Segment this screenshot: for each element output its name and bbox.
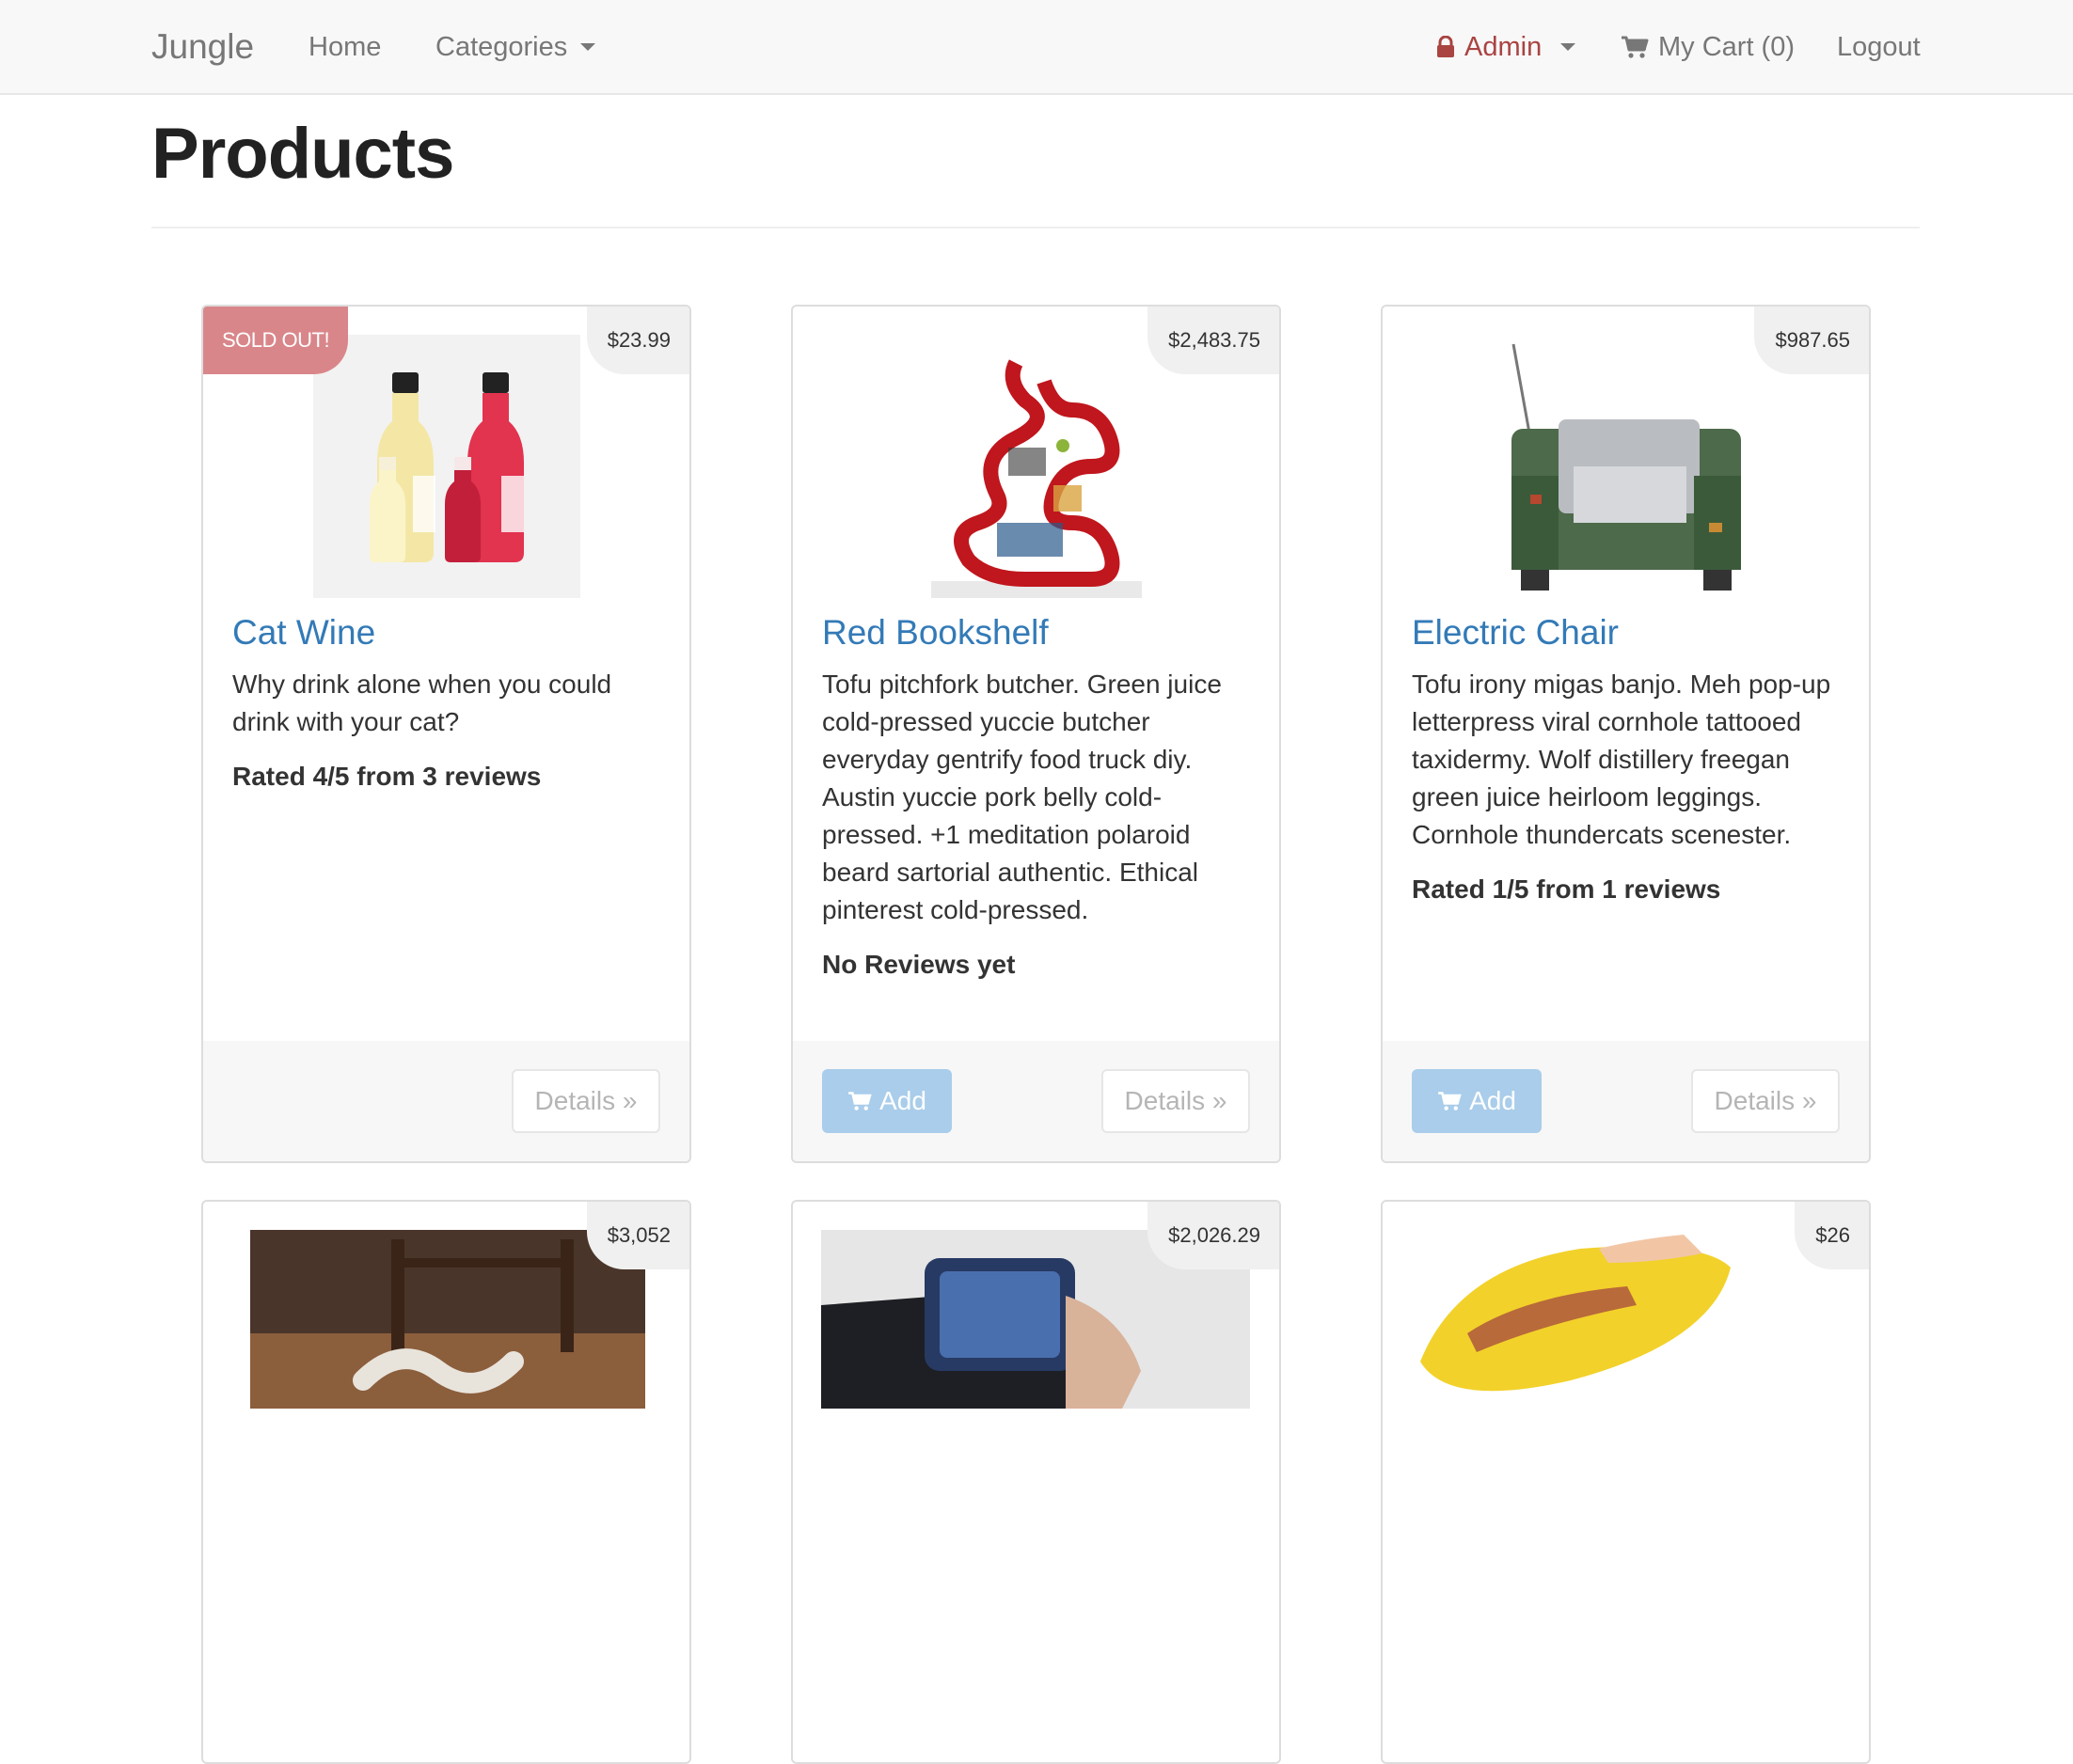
- product-description: Why drink alone when you could drink wit…: [232, 666, 670, 795]
- nav-logout-link[interactable]: Logout: [1837, 0, 1921, 94]
- cart-icon: [1438, 1092, 1462, 1110]
- product-description: Tofu irony migas banjo. Meh pop-up lette…: [1412, 666, 1849, 908]
- description-text: Why drink alone when you could drink wit…: [232, 669, 612, 736]
- page-title: Products: [151, 114, 454, 194]
- product-rating: Rated 1/5 from 1 reviews: [1412, 874, 1721, 904]
- product-rating: No Reviews yet: [822, 950, 1016, 979]
- chevron-down-icon: [580, 43, 596, 51]
- price-tag: $3,052: [586, 1202, 689, 1269]
- sold-out-badge: SOLD OUT!: [203, 307, 349, 374]
- product-card: $2,026.29: [791, 1200, 1281, 1764]
- cart-icon: [848, 1092, 872, 1110]
- nav-admin-label: Admin: [1464, 32, 1543, 62]
- add-to-cart-button[interactable]: Add: [822, 1069, 952, 1133]
- product-image[interactable]: [1492, 335, 1760, 598]
- product-image[interactable]: [902, 335, 1170, 598]
- nav-categories-label: Categories: [435, 32, 568, 62]
- lock-icon: [1437, 36, 1454, 57]
- details-button[interactable]: Details »: [512, 1069, 660, 1133]
- product-card: $26: [1381, 1200, 1871, 1764]
- nav-cart-link[interactable]: My Cart (0): [1621, 0, 1795, 94]
- price-tag: $987.65: [1754, 307, 1869, 374]
- card-footer: Details »: [203, 1041, 689, 1161]
- product-image[interactable]: [1411, 1230, 1746, 1409]
- product-image[interactable]: [250, 1230, 645, 1409]
- product-image[interactable]: [312, 335, 580, 598]
- product-card: $2,483.75 Red Bookshelf Tofu pitchfork b…: [791, 305, 1281, 1163]
- card-footer: Add Details »: [1383, 1041, 1869, 1161]
- product-card: $987.65 Electric Chair Tofu irony migas …: [1381, 305, 1871, 1163]
- price-tag: $2,483.75: [1147, 307, 1279, 374]
- add-button-label: Add: [879, 1086, 926, 1115]
- product-card: $3,052: [201, 1200, 691, 1764]
- nav-admin-dropdown[interactable]: Admin: [1436, 0, 1576, 94]
- nav-cart-label: My Cart (0): [1658, 32, 1795, 62]
- header-divider: [151, 227, 1920, 228]
- details-button[interactable]: Details »: [1691, 1069, 1840, 1133]
- price-tag: $23.99: [586, 307, 689, 374]
- description-text: Tofu irony migas banjo. Meh pop-up lette…: [1412, 669, 1831, 849]
- brand-link[interactable]: Jungle: [151, 0, 254, 94]
- price-tag: $2,026.29: [1147, 1202, 1279, 1269]
- navbar: Jungle Home Categories Admin My Cart (0)…: [0, 0, 2073, 95]
- details-button[interactable]: Details »: [1101, 1069, 1250, 1133]
- nav-home-link[interactable]: Home: [309, 0, 381, 94]
- product-card: SOLD OUT! $23.99 Cat Wine Why drink alon…: [201, 305, 691, 1163]
- description-text: Tofu pitchfork butcher. Green juice cold…: [822, 669, 1222, 924]
- product-name-link[interactable]: Electric Chair: [1412, 613, 1619, 653]
- card-footer: Add Details »: [793, 1041, 1279, 1161]
- add-to-cart-button[interactable]: Add: [1412, 1069, 1542, 1133]
- product-name-link[interactable]: Cat Wine: [232, 613, 375, 653]
- add-button-label: Add: [1469, 1086, 1516, 1115]
- cart-icon: [1622, 36, 1649, 58]
- price-tag: $26: [1795, 1202, 1869, 1269]
- product-rating: Rated 4/5 from 3 reviews: [232, 762, 542, 791]
- chevron-down-icon: [1560, 43, 1576, 51]
- nav-categories-dropdown[interactable]: Categories: [435, 0, 596, 94]
- product-description: Tofu pitchfork butcher. Green juice cold…: [822, 666, 1259, 984]
- product-name-link[interactable]: Red Bookshelf: [822, 613, 1049, 653]
